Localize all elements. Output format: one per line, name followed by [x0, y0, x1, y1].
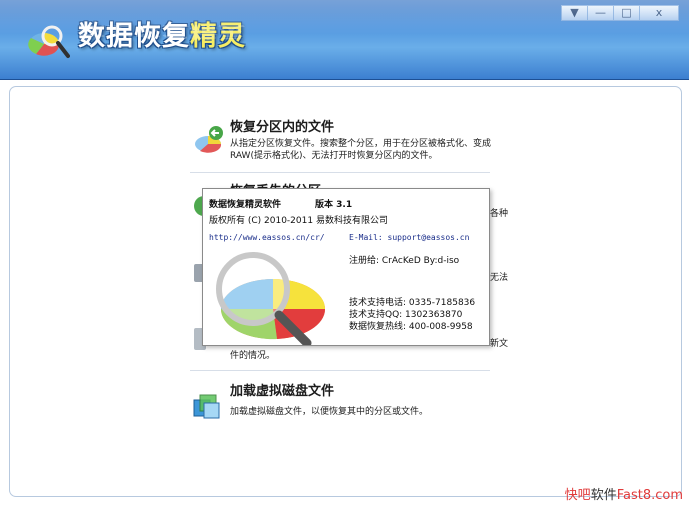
menu-item-recover-files[interactable]: 恢复分区内的文件 从指定分区恢复文件。搜索整个分区，用于在分区被格式化、变成RA…: [190, 116, 510, 166]
close-button[interactable]: x: [639, 5, 679, 21]
about-email-link[interactable]: E-Mail: support@eassos.cn: [349, 233, 469, 242]
partition-files-icon: [195, 126, 223, 153]
virtual-disk-icon: [193, 394, 220, 419]
text-fragment: 新文: [490, 339, 509, 349]
separator: [190, 172, 490, 173]
text-fragment: 无法: [490, 273, 509, 283]
watermark: 快吧软件Fast8.com: [564, 488, 683, 503]
menu-item-load-virtual-disk[interactable]: 加载虚拟磁盘文件 加载虚拟磁盘文件，以便恢复其中的分区或文件。: [190, 380, 510, 430]
menu-item-title: 加载虚拟磁盘文件: [230, 384, 335, 399]
app-title-reflection: 数据恢复精灵: [78, 23, 246, 41]
app-title: 数据恢复精灵: [78, 21, 246, 52]
about-hotline: 数据恢复热线: 400-008-9958: [349, 322, 473, 332]
about-version: 版本 3.1: [315, 200, 353, 210]
about-website-link[interactable]: http://www.eassos.cn/cr/: [209, 233, 325, 242]
maximize-button[interactable]: □: [613, 5, 640, 21]
menu-item-desc: 加载虚拟磁盘文件，以便恢复其中的分区或文件。: [230, 407, 429, 417]
menu-item-desc: 从指定分区恢复文件。搜索整个分区，用于在分区被格式化、变成RAW(提示格式化)、…: [230, 139, 492, 161]
app-header: 数据恢复精灵 数据恢复精灵 ▼ — □ x: [0, 0, 689, 80]
magnifier-chart-icon: [216, 252, 326, 345]
menu-item-title: 恢复分区内的文件: [230, 120, 335, 135]
about-copyright: 版权所有 (C) 2010-2011 易数科技有限公司: [209, 216, 388, 226]
text-fragment: 件的情况。: [230, 351, 276, 361]
text-fragment: 各种: [490, 209, 509, 219]
separator: [190, 370, 490, 371]
window-controls: ▼ — □ x: [561, 5, 679, 23]
minimize-button[interactable]: —: [587, 5, 614, 21]
menu-dropdown-button[interactable]: ▼: [561, 5, 588, 21]
about-dialog[interactable]: 数据恢复精灵软件 版本 3.1 版权所有 (C) 2010-2011 易数科技有…: [202, 188, 490, 346]
about-product-name: 数据恢复精灵软件: [209, 200, 282, 210]
app-logo-icon: [28, 25, 70, 58]
about-registered: 注册给: CrAcKeD By:d-iso: [349, 256, 460, 266]
